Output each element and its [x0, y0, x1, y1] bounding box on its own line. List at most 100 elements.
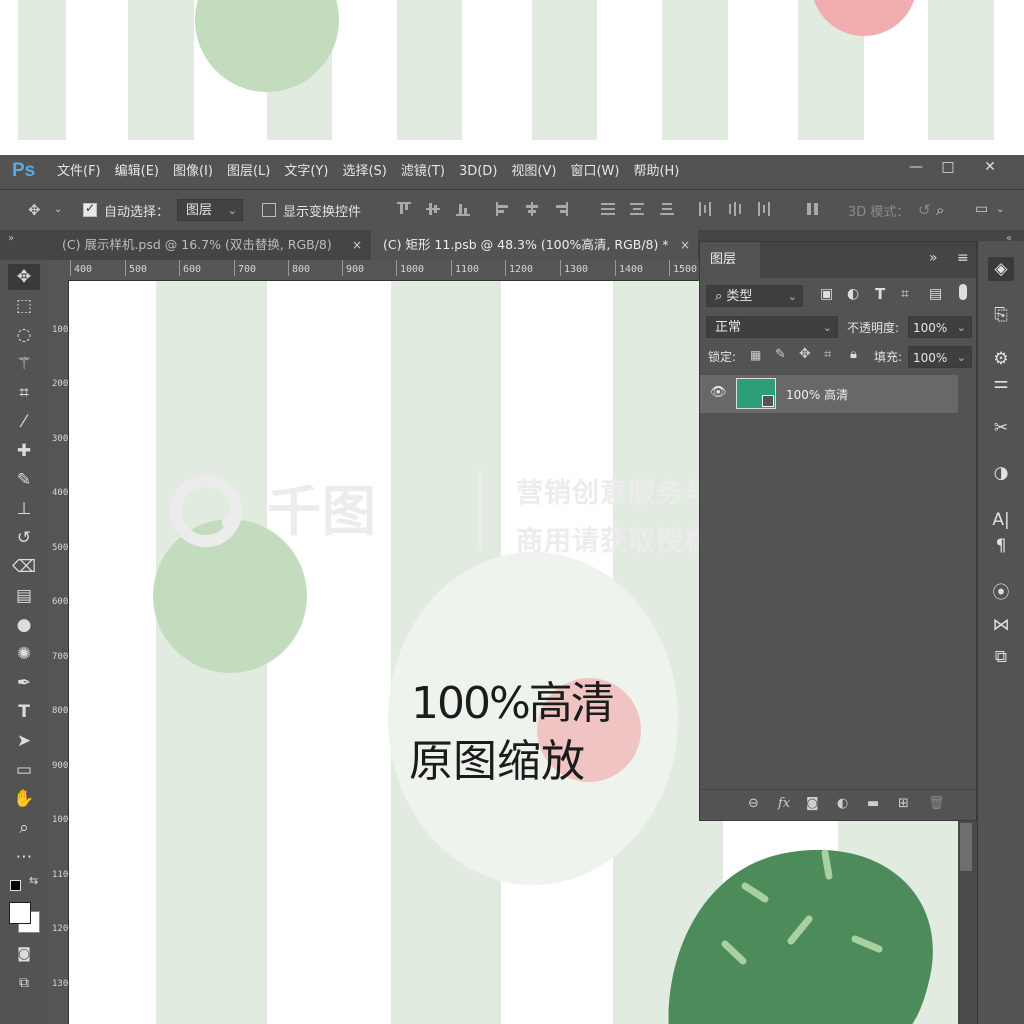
filter-adjustment-icon[interactable]: ◐	[847, 286, 859, 302]
eye-icon[interactable]: 👁︎	[710, 385, 727, 400]
opacity-input[interactable]: 100% ⌄	[908, 316, 972, 338]
minimize-button[interactable]: —	[898, 157, 934, 179]
pen-tool-icon[interactable]: ✒	[8, 670, 40, 696]
paths-icon[interactable]: ⋈	[988, 613, 1014, 637]
quick-mask-icon[interactable]: ◙	[8, 941, 40, 967]
brush-tool-icon[interactable]: ✎	[8, 467, 40, 493]
sponge-tool-icon[interactable]: ✺	[8, 641, 40, 667]
workspace-icon[interactable]: ▭	[975, 201, 988, 217]
marquee-tool-icon[interactable]: ⬚	[8, 293, 40, 319]
canvas-scrollbar[interactable]	[958, 821, 977, 1024]
blend-mode-select[interactable]: 正常 ⌄	[706, 316, 838, 338]
menu-image[interactable]: 图像(I)	[173, 155, 213, 189]
lock-transparency-icon[interactable]: ▦	[750, 348, 761, 362]
type-tool-icon[interactable]: T	[8, 699, 40, 725]
history-brush-tool-icon[interactable]: ↺	[8, 525, 40, 551]
distribute-hcenter-icon[interactable]	[728, 202, 742, 216]
auto-align-icon[interactable]	[806, 202, 820, 216]
menu-3d[interactable]: 3D(D)	[459, 155, 497, 189]
menu-view[interactable]: 视图(V)	[511, 155, 556, 189]
search-icon[interactable]: ⌕	[936, 201, 944, 219]
distribute-top-icon[interactable]	[601, 202, 615, 216]
lock-position-icon[interactable]: ✥	[799, 346, 811, 362]
filter-pixel-icon[interactable]: ▣	[820, 286, 833, 302]
orbit-3d-icon[interactable]: ↺	[918, 201, 931, 219]
align-vcenter-icon[interactable]	[426, 202, 440, 216]
show-transform-checkbox[interactable]	[262, 203, 276, 217]
hand-tool-icon[interactable]: ✋	[8, 786, 40, 812]
auto-select-checkbox[interactable]	[83, 201, 97, 217]
eyedropper-tool-icon[interactable]: ⁄	[8, 409, 40, 435]
adjustments-icon[interactable]: ◑	[988, 461, 1014, 485]
filter-smart-object-icon[interactable]: ▤	[929, 286, 942, 302]
default-colors-icon[interactable]	[10, 880, 21, 891]
layer-row[interactable]: 👁︎ 100% 高清	[700, 375, 958, 413]
layers-panel-icon[interactable]: ◈	[988, 257, 1014, 281]
fill-input[interactable]: 100% ⌄	[908, 346, 972, 368]
scrollbar-thumb[interactable]	[960, 823, 972, 871]
character-icon[interactable]: A|	[988, 508, 1014, 532]
align-right-icon[interactable]	[554, 202, 568, 216]
magic-wand-tool-icon[interactable]: ⚚	[8, 351, 40, 377]
menu-edit[interactable]: 编辑(E)	[115, 155, 159, 189]
glyphs-icon[interactable]: ⧉	[988, 645, 1014, 669]
auto-select-target-select[interactable]: 图层 ⌄	[177, 199, 243, 221]
menu-layer[interactable]: 图层(L)	[227, 155, 270, 189]
history-icon[interactable]: ⎘	[988, 303, 1014, 327]
align-bottom-icon[interactable]	[456, 202, 470, 216]
adjustment-layer-icon[interactable]: ◐	[837, 796, 848, 811]
move-tool-icon[interactable]: ✥	[8, 264, 40, 290]
menu-type[interactable]: 文字(Y)	[284, 155, 328, 189]
stamp-tool-icon[interactable]: ⊥	[8, 496, 40, 522]
menu-help[interactable]: 帮助(H)	[633, 155, 679, 189]
delete-layer-icon[interactable]: 🗑︎	[928, 796, 945, 811]
paragraph-icon[interactable]: ¶	[988, 534, 1014, 558]
distribute-right-icon[interactable]	[757, 202, 771, 216]
layers-panel-title[interactable]: 图层	[700, 242, 760, 278]
crop-tool-icon[interactable]: ⌗	[8, 380, 40, 406]
menu-select[interactable]: 选择(S)	[342, 155, 386, 189]
menu-file[interactable]: 文件(F)	[57, 155, 101, 189]
chevron-down-icon[interactable]: ⌄	[996, 204, 1004, 215]
close-button[interactable]: ✕	[972, 157, 1008, 179]
expand-icon[interactable]: »	[929, 250, 938, 266]
menu-filter[interactable]: 滤镜(T)	[401, 155, 445, 189]
panel-menu-icon[interactable]: ≡	[957, 250, 969, 266]
more-tools-icon[interactable]: ⋯	[8, 844, 40, 870]
tool-presets-icon[interactable]: ✂	[988, 416, 1014, 440]
fx-icon[interactable]: fx	[778, 796, 790, 811]
eraser-tool-icon[interactable]: ⌫	[8, 554, 40, 580]
channels-icon[interactable]: ⦿	[988, 581, 1014, 605]
distribute-vcenter-icon[interactable]	[630, 202, 644, 216]
link-layers-icon[interactable]: ⊖	[748, 796, 759, 811]
healing-brush-tool-icon[interactable]: ✚	[8, 438, 40, 464]
swap-colors-icon[interactable]: ⇆	[29, 874, 38, 887]
lock-artboard-icon[interactable]: ⌗	[824, 347, 831, 362]
close-icon[interactable]: ×	[352, 230, 362, 260]
lasso-tool-icon[interactable]: ◌	[8, 322, 40, 348]
gradient-tool-icon[interactable]: ▤	[8, 583, 40, 609]
lock-pixels-icon[interactable]: ✎	[775, 347, 786, 362]
distribute-bottom-icon[interactable]	[660, 202, 674, 216]
blur-tool-icon[interactable]: ●	[8, 612, 40, 638]
align-top-icon[interactable]	[397, 202, 411, 216]
distribute-left-icon[interactable]	[698, 202, 712, 216]
filter-type-icon[interactable]: T	[875, 285, 885, 303]
new-layer-icon[interactable]: ⊞	[898, 796, 909, 811]
filter-shape-icon[interactable]: ⌗	[901, 286, 909, 302]
zoom-tool-icon[interactable]: ⌕	[8, 815, 40, 841]
align-left-icon[interactable]	[496, 202, 510, 216]
rectangle-tool-icon[interactable]: ▭	[8, 757, 40, 783]
filter-toggle-icon[interactable]	[959, 284, 967, 300]
path-selection-tool-icon[interactable]: ➤	[8, 728, 40, 754]
brush-settings-icon[interactable]: ⚙	[988, 347, 1014, 371]
add-mask-icon[interactable]: ◙	[806, 796, 819, 811]
close-icon[interactable]: ×	[680, 230, 690, 260]
properties-icon[interactable]: ⚌	[988, 371, 1014, 395]
move-tool-icon[interactable]: ✥	[28, 201, 41, 219]
tab-document-2[interactable]: (C) 矩形 11.psb @ 48.3% (100%高清, RGB/8) * …	[371, 230, 698, 260]
restore-button[interactable]: □	[930, 157, 966, 179]
collapse-toolbar-icon[interactable]: »	[8, 233, 14, 244]
align-hcenter-icon[interactable]	[525, 202, 539, 216]
layer-filter-select[interactable]: ⌕ 类型 ⌄	[706, 285, 803, 307]
